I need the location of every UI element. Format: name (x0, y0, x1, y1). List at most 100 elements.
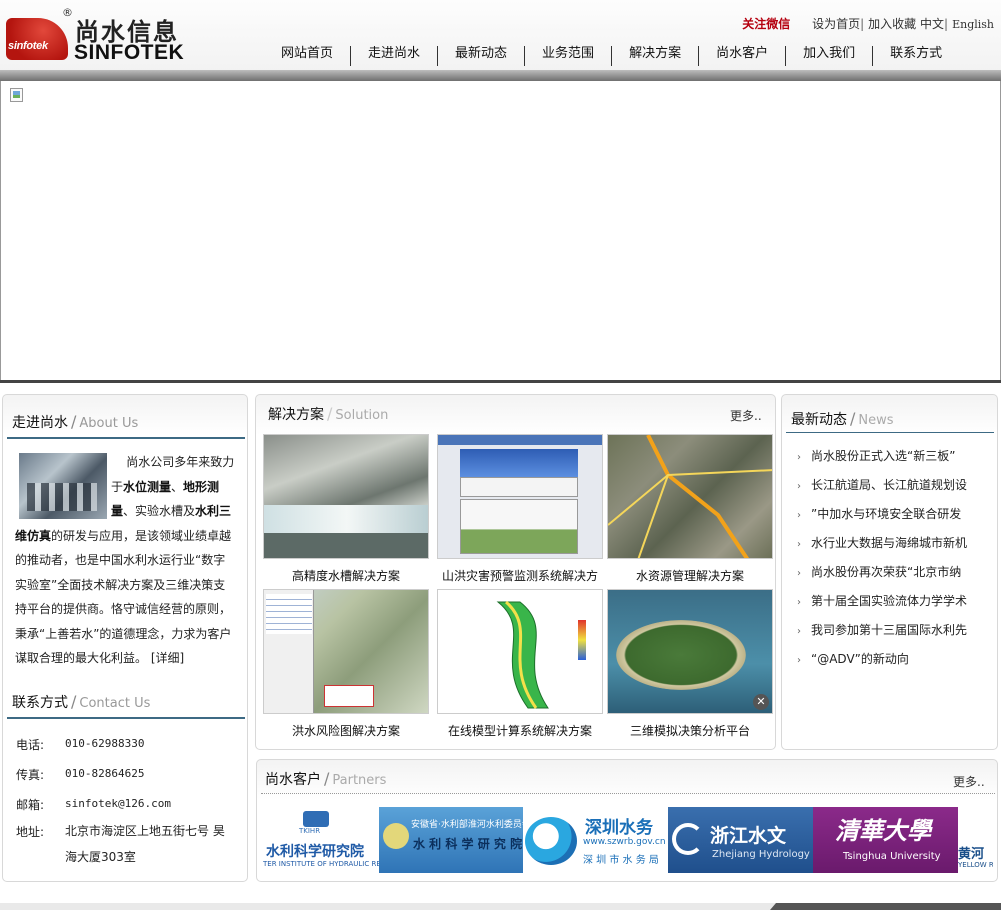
chevron-right-icon: › (797, 568, 801, 579)
news-item[interactable]: › 第十届全国实验流体力学学术 (797, 592, 982, 609)
site-logo[interactable]: sinfotek ® 尚水信息 SINFOTEK (6, 6, 186, 66)
divider: | (860, 17, 865, 31)
footer-accent (770, 903, 1001, 910)
nav-item-solutions[interactable]: 解决方案 (611, 46, 698, 66)
news-item[interactable]: › 尚水股份再次荣获“北京市纳 (797, 563, 982, 580)
news-item-title: 我司参加第十三届国际水利先 (811, 623, 968, 637)
solutions-heading: 解决方案 / Solution (268, 404, 388, 424)
solution-thumbnail-flume (263, 434, 429, 559)
site-header: sinfotek ® 尚水信息 SINFOTEK 关注微信 设为首页| 加入收藏 … (0, 0, 1001, 80)
language-chinese-link[interactable]: 中文 (920, 17, 944, 31)
solutions-subtitle: Solution (335, 408, 389, 423)
about-text-part: 、 (171, 479, 184, 494)
news-item-title: 水行业大数据与海绵城市新机 (811, 536, 968, 550)
address-label: 地址: (16, 825, 45, 839)
phone-value: 010-62988330 (65, 737, 145, 750)
partner-logo-en: TER INSTITUTE OF HYDRAULIC RESEARCH (263, 860, 379, 868)
news-item[interactable]: › 长江航道局、长江航道规划设 (797, 476, 982, 493)
news-item[interactable]: › 我司参加第十三届国际水利先 (797, 621, 982, 638)
partner-logo-sub: www.szwrb.gov.cn (583, 837, 666, 847)
main-nav: 网站首页 走进尚水 最新动态 业务范围 解决方案 尚水客户 加入我们 联系方式 (264, 46, 959, 66)
solutions-more-link[interactable]: 更多.. (730, 407, 762, 424)
solution-card[interactable]: 高精度水槽解决方案 (263, 434, 429, 584)
partner-logo[interactable]: TKIHR 水利科学研究院 TER INSTITUTE OF HYDRAULIC… (263, 807, 379, 873)
solution-caption: 高精度水槽解决方案 (291, 569, 400, 583)
follow-wechat-link[interactable]: 关注微信 (742, 17, 790, 31)
banner-area (0, 81, 1001, 382)
partner-logo[interactable]: 浙江水文 Zhejiang Hydrology (668, 807, 813, 873)
news-subtitle: News (858, 413, 894, 428)
section-rule (786, 432, 994, 433)
solution-card[interactable]: 水资源管理解决方案 (607, 434, 773, 584)
divider: | (944, 17, 949, 31)
partner-logo-en: YELLOW RI (958, 861, 993, 869)
about-subtitle: About Us (79, 416, 139, 431)
solution-card[interactable]: 在线模型计算系统解决方案 (437, 589, 603, 739)
partner-logo-en: Zhejiang Hydrology (712, 849, 810, 860)
partner-logo[interactable]: 安徽省·水利部淮河水利委员会 水 利 科 学 研 究 院 (379, 807, 523, 873)
partners-subtitle: Partners (332, 773, 387, 788)
partners-more-link[interactable]: 更多.. (953, 773, 985, 790)
partner-logo[interactable]: 深圳水务 www.szwrb.gov.cn 深 圳 市 水 务 局 (523, 807, 668, 873)
about-text-part: 、实验水槽及 (123, 504, 196, 518)
partners-title: 尚水客户 (265, 772, 321, 788)
news-item[interactable]: › 尚水股份正式入选“新三板” (797, 447, 982, 464)
fax-value: 010-82864625 (65, 767, 145, 780)
solutions-panel: 解决方案 / Solution 更多.. 高精度水槽解决方案 山洪灾害预警监测系统解… (255, 394, 776, 750)
news-item-title: 尚水股份正式入选“新三板” (811, 449, 956, 463)
solution-card[interactable]: 洪水风险图解决方案 (263, 589, 429, 739)
logo-badge-text: sinfotek (8, 40, 48, 52)
news-item[interactable]: › “@ADV”的新动向 (797, 650, 982, 667)
chevron-right-icon: › (797, 510, 801, 521)
nav-item-news[interactable]: 最新动态 (437, 46, 524, 66)
partner-logo-en: Tsinghua University (843, 851, 941, 862)
partner-logo[interactable]: 清華大學 Tsinghua University (813, 807, 958, 873)
solution-card[interactable]: 山洪灾害预警监测系统解决方 (437, 434, 603, 584)
solution-caption: 山洪灾害预警监测系统解决方 (441, 569, 598, 583)
partner-logo-name: 黄河 (958, 847, 985, 862)
about-text-part: 的研发与应用，是该领域业绩卓越的推动者，也是中国水利水运行业“数字实验室”全面技… (15, 528, 232, 666)
solution-caption: 在线模型计算系统解决方案 (447, 724, 592, 738)
nav-item-business[interactable]: 业务范围 (524, 46, 611, 66)
contact-title: 联系方式 (12, 695, 68, 711)
about-detail-link[interactable]: [详细] (151, 651, 184, 665)
dotted-divider (261, 793, 995, 794)
news-item[interactable]: › 水行业大数据与海绵城市新机 (797, 534, 982, 551)
about-description: 尚水公司多年来致力于水位测量、地形测量、实验水槽及水利三维仿真的研发与应用，是该… (15, 450, 237, 671)
solution-caption: 水资源管理解决方案 (635, 569, 744, 583)
solution-thumbnail-3d-simulation: ✕ (607, 589, 773, 714)
news-item[interactable]: › ”中加水与环境安全联合研发 (797, 505, 982, 522)
phone-label: 电话: (16, 738, 45, 752)
partner-logo-name: 水 利 科 学 研 究 院 (413, 837, 523, 851)
close-icon[interactable]: ✕ (753, 694, 769, 710)
brand-name-en: SINFOTEK (74, 41, 185, 64)
solution-caption: 三维模拟决策分析平台 (629, 724, 750, 738)
nav-item-clients[interactable]: 尚水客户 (698, 46, 785, 66)
solution-card[interactable]: ✕ 三维模拟决策分析平台 (607, 589, 773, 739)
set-homepage-link[interactable]: 设为首页 (812, 17, 860, 31)
about-panel: 走进尚水 / About Us 尚水公司多年来致力于水位测量、地形测量、实验水槽及水… (2, 394, 248, 882)
chevron-right-icon: › (797, 655, 801, 666)
address-value: 北京市海淀区上地五街七号 昊海大厦303室 (65, 824, 225, 864)
add-favorite-link[interactable]: 加入收藏 (868, 17, 916, 31)
contact-heading: 联系方式 / Contact Us (12, 692, 150, 712)
chevron-right-icon: › (797, 481, 801, 492)
solution-thumbnail-flood-warning (437, 434, 603, 559)
solutions-title: 解决方案 (268, 407, 324, 423)
partner-logo[interactable]: 黄河 YELLOW RI (958, 807, 993, 873)
contact-subtitle: Contact Us (79, 696, 151, 711)
news-item-title: “@ADV”的新动向 (811, 652, 909, 666)
email-value[interactable]: sinfotek@126.com (65, 797, 171, 810)
nav-item-contact[interactable]: 联系方式 (872, 46, 959, 66)
solution-thumbnail-water-resource (607, 434, 773, 559)
nav-item-about[interactable]: 走进尚水 (350, 46, 437, 66)
partner-logo-name: 清華大學 (835, 816, 931, 845)
language-english-link[interactable]: English (952, 18, 994, 31)
top-links: 关注微信 设为首页| 加入收藏 中文| English (742, 15, 994, 32)
heading-slash: / (327, 404, 333, 423)
nav-item-home[interactable]: 网站首页 (264, 46, 350, 66)
solution-thumbnail-flood-risk (263, 589, 429, 714)
nav-item-join-us[interactable]: 加入我们 (785, 46, 872, 66)
broken-image-icon (10, 88, 23, 102)
partners-heading: 尚水客户 / Partners (265, 769, 386, 789)
